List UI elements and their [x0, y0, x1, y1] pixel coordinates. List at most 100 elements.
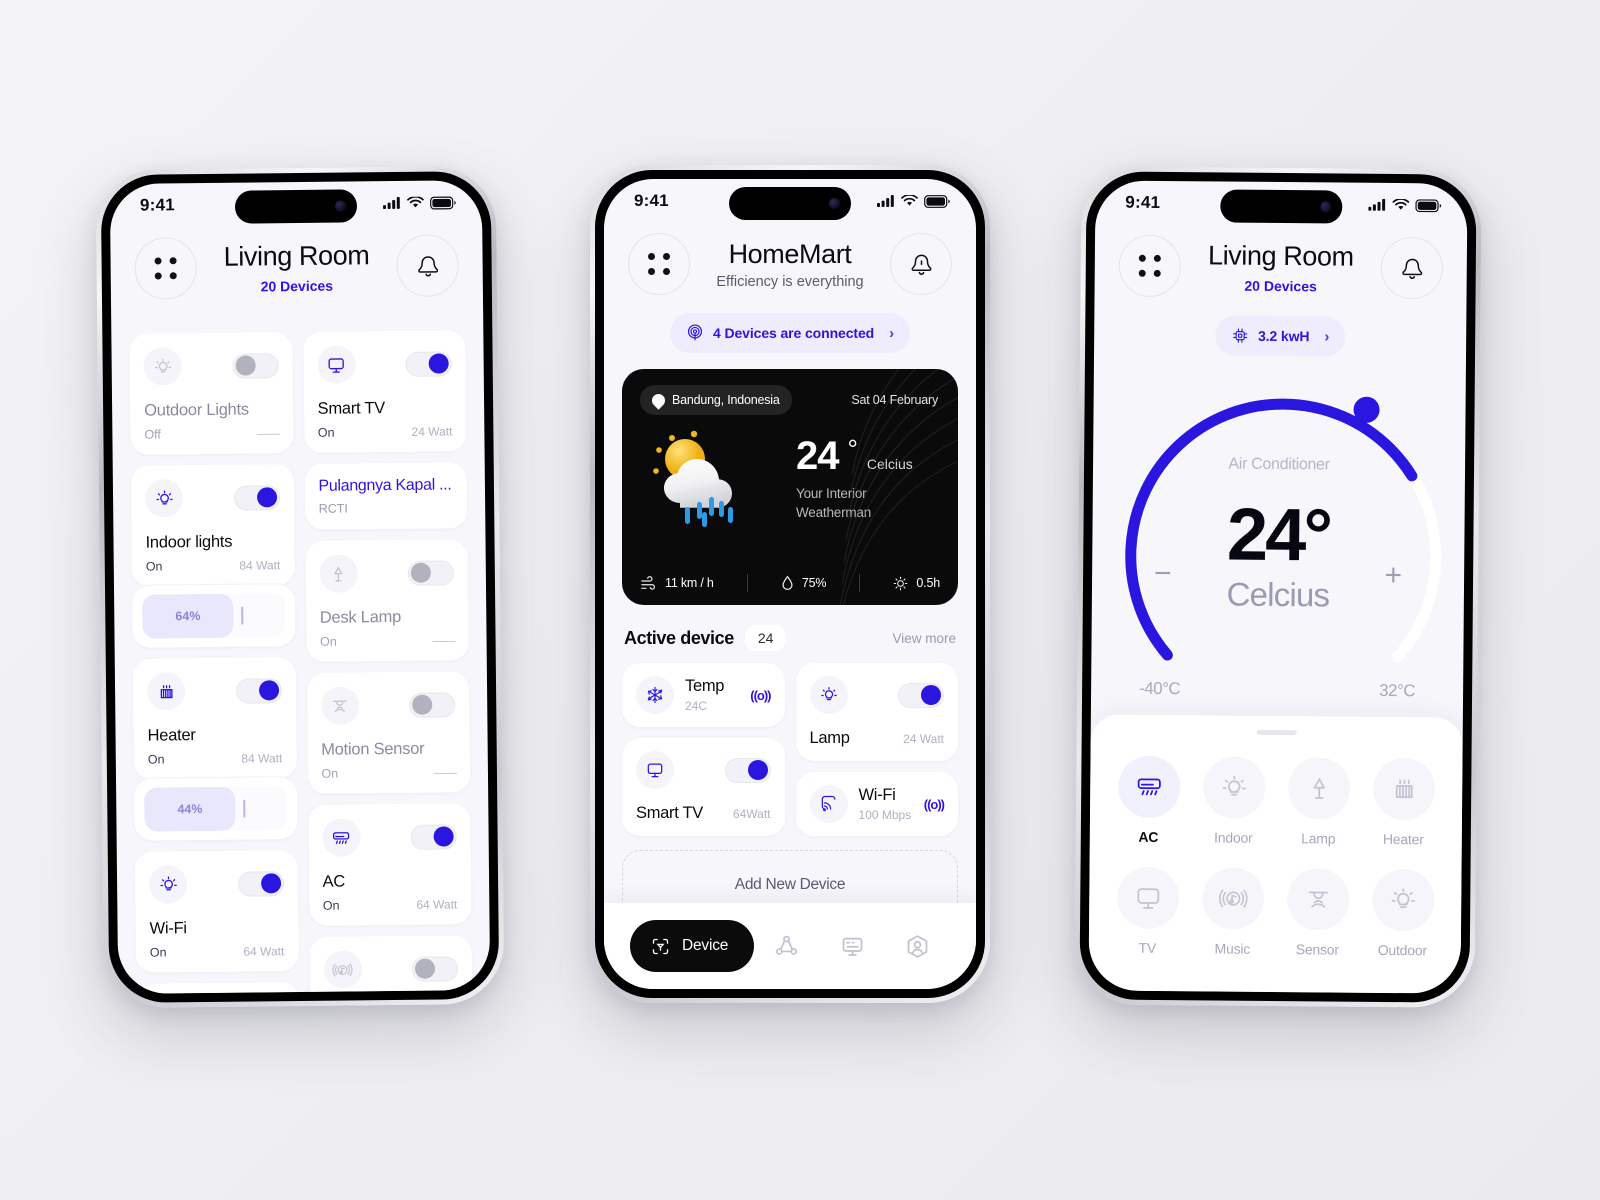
- menu-button[interactable]: [134, 237, 197, 300]
- tab-remote[interactable]: [819, 933, 884, 960]
- connected-devices-pill[interactable]: 4 Devices are connected ›: [669, 313, 911, 353]
- device-card-indoor-lights[interactable]: Indoor lights On 84 Watt: [130, 464, 295, 587]
- device-name: Indoor lights: [145, 532, 233, 552]
- front-camera-icon: [829, 198, 840, 209]
- energy-usage-pill[interactable]: 3.2 kwH ›: [1214, 315, 1346, 357]
- active-device-lamp[interactable]: Lamp 24 Watt: [795, 663, 958, 761]
- connected-devices-label: 4 Devices are connected: [712, 325, 875, 341]
- status-time: 9:41: [1125, 192, 1161, 212]
- media-now-playing-card[interactable]: Pulangnya Kapal ... RCTI: [304, 462, 468, 530]
- device-name: Smart TV: [636, 804, 703, 822]
- signal-indicator-icon: ((o)): [923, 796, 945, 812]
- phone-3-bezel: 9:41 Living Room 20 Devices 3.2 kwH › Ai…: [1079, 171, 1477, 1003]
- tab-device[interactable]: Device: [630, 920, 755, 972]
- weather-metric-sun: 0.5h: [893, 576, 940, 591]
- device-masonry: Outdoor Lights Off —— Indoor lights On 8…: [111, 330, 490, 994]
- shortcut-heater[interactable]: Heater: [1361, 757, 1447, 848]
- device-toggle[interactable]: [232, 352, 279, 379]
- device-card-partial[interactable]: [136, 982, 300, 994]
- tab-profile[interactable]: [885, 933, 950, 960]
- device-card-outdoor-lights[interactable]: Outdoor Lights Off ——: [129, 332, 294, 455]
- device-sub: 24C: [685, 699, 708, 713]
- slider-handle[interactable]: [243, 799, 246, 818]
- dial-unit: Celcius: [1226, 575, 1330, 614]
- front-camera-icon: [1320, 201, 1332, 213]
- sheet-grabber[interactable]: [1256, 729, 1297, 736]
- shortcut-music[interactable]: Music: [1190, 867, 1276, 957]
- shortcut-indoor[interactable]: Indoor: [1191, 756, 1277, 846]
- device-toggle[interactable]: [237, 870, 284, 897]
- active-device-grid: Temp 24C ((o)) Smart TV 64Watt Lamp 24 W…: [604, 651, 976, 836]
- shortcut-outdoor[interactable]: Outdoor: [1360, 868, 1446, 959]
- device-card-smart-tv[interactable]: Smart TV On 24 Watt: [302, 330, 467, 453]
- divider: [746, 574, 748, 592]
- menu-button[interactable]: [1118, 234, 1182, 298]
- sun-value: 0.5h: [916, 576, 940, 590]
- device-toggle[interactable]: [409, 691, 456, 718]
- device-card-music[interactable]: Music On 24 Watt: [309, 935, 473, 994]
- bell-icon: [1401, 257, 1422, 280]
- increase-temperature-button[interactable]: +: [1384, 559, 1402, 593]
- device-toggle[interactable]: [411, 955, 459, 982]
- phone-1-scroll-area[interactable]: Outdoor Lights Off —— Indoor lights On 8…: [111, 330, 490, 994]
- device-status: On: [322, 898, 340, 913]
- device-toggle[interactable]: [724, 757, 771, 783]
- device-toggle[interactable]: [405, 350, 452, 377]
- slider-track[interactable]: 44%: [144, 786, 288, 832]
- slider-fill: 64%: [142, 593, 234, 639]
- shortcut-sensor[interactable]: Sensor: [1275, 868, 1361, 958]
- device-name: Temp: [685, 677, 725, 695]
- shortcut-label: Music: [1214, 940, 1251, 957]
- media-title: Pulangnya Kapal ...: [318, 476, 452, 495]
- level-slider-heater[interactable]: 44%: [133, 776, 298, 841]
- wind-value: 11 km / h: [665, 576, 714, 590]
- active-device-temp[interactable]: Temp 24C ((o)): [622, 663, 785, 727]
- sun-cloud-rain-icon: [640, 419, 790, 539]
- grid-dots-icon: [1138, 254, 1161, 277]
- active-device-wifi[interactable]: Wi-Fi 100 Mbps ((o)): [795, 772, 958, 836]
- chip-icon: [1231, 327, 1249, 345]
- shortcut-ac[interactable]: AC: [1106, 755, 1192, 846]
- device-toggle[interactable]: [410, 823, 457, 850]
- device-toggle[interactable]: [235, 677, 282, 704]
- notifications-button[interactable]: [1380, 236, 1444, 300]
- active-device-smart-tv[interactable]: Smart TV 64Watt: [622, 738, 785, 836]
- wifi-icon: [1392, 198, 1410, 211]
- snowflake-icon: [636, 676, 674, 714]
- tab-automation[interactable]: [754, 933, 819, 960]
- notifications-button[interactable]: [396, 234, 459, 297]
- device-toggle[interactable]: [233, 484, 280, 511]
- device-status: On: [147, 752, 165, 767]
- view-more-link[interactable]: View more: [892, 631, 956, 646]
- device-card-ac[interactable]: AC On 64 Watt: [307, 803, 472, 926]
- shortcut-tv[interactable]: TV: [1105, 866, 1191, 957]
- tv-icon: [636, 751, 674, 789]
- device-card-heater[interactable]: Heater On 84 Watt: [132, 657, 297, 780]
- menu-button[interactable]: [628, 233, 690, 295]
- bulb-icon: [1371, 868, 1435, 932]
- slider-track[interactable]: 64%: [142, 593, 286, 639]
- phone-mockup-2: 9:41 HomeMart Efficiency is everything 4…: [590, 165, 990, 1003]
- notifications-button[interactable]: [890, 233, 952, 295]
- device-card-desk-lamp[interactable]: Desk Lamp On ——: [305, 539, 469, 662]
- device-toggle[interactable]: [898, 682, 944, 708]
- device-toggle[interactable]: [407, 559, 454, 586]
- brightness-slider-indoor[interactable]: 64%: [131, 583, 296, 648]
- sensor-icon: [320, 686, 359, 725]
- decrease-temperature-button[interactable]: −: [1154, 557, 1172, 591]
- lamp-icon: [319, 554, 358, 593]
- chevron-right-icon: ›: [889, 324, 895, 342]
- device-watt: 64 Watt: [243, 944, 285, 959]
- dial-handle: [1353, 396, 1380, 423]
- page-title-block: Living Room 20 Devices: [196, 239, 397, 294]
- weather-card[interactable]: Bandung, Indonesia Sat 04 February 24 ° …: [622, 369, 958, 605]
- shortcut-lamp[interactable]: Lamp: [1276, 757, 1362, 847]
- slider-handle[interactable]: [241, 606, 244, 625]
- device-card-motion-sensor[interactable]: Motion Sensor On ——: [306, 671, 471, 794]
- active-device-column-right: Lamp 24 Watt Wi-Fi 100 Mbps ((o)): [795, 663, 958, 836]
- device-watt: ——: [256, 426, 279, 441]
- temperature-dial[interactable]: Air Conditioner 24° Celcius − + -40°C 32…: [1091, 368, 1466, 731]
- device-card-wifi[interactable]: Wi-Fi On 64 Watt: [134, 850, 299, 973]
- wind-icon: [640, 575, 657, 591]
- phone-2-bezel: 9:41 HomeMart Efficiency is everything 4…: [595, 170, 985, 998]
